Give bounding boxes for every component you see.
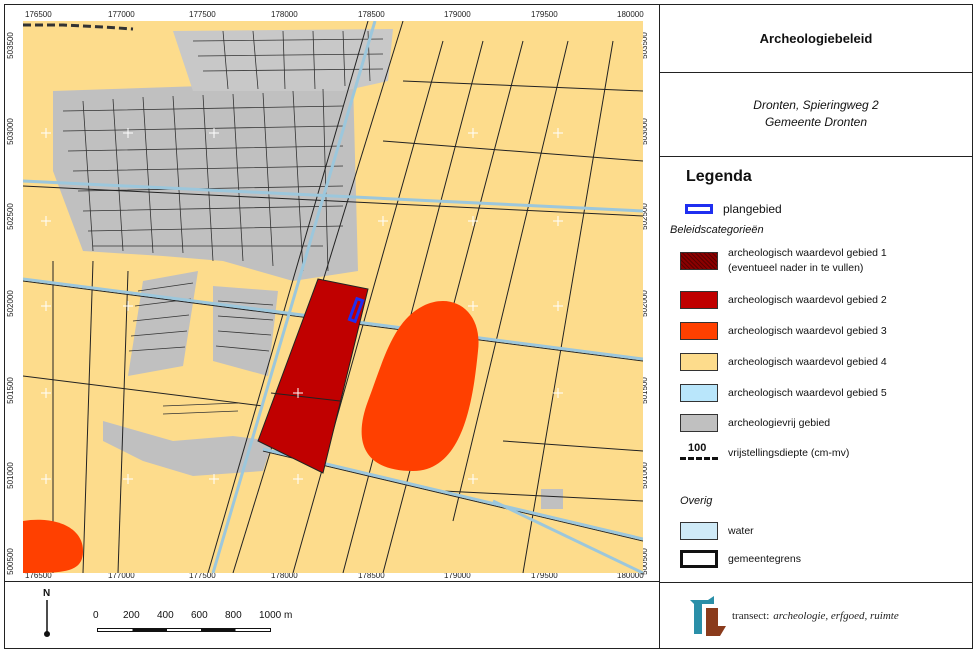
scale-bar: [97, 628, 271, 632]
legend-label-free: archeologievrij gebied: [728, 417, 831, 429]
north-arrow-icon: [44, 600, 50, 637]
legend-title: Legenda: [686, 168, 752, 185]
plangebied-swatch: [685, 204, 713, 214]
x-tick-top: 178500: [358, 10, 385, 19]
map-title: Archeologiebeleid: [660, 5, 972, 73]
cat4-swatch: [680, 353, 718, 371]
legend-item-free: archeologievrij gebied: [680, 414, 830, 432]
legend-item-water: water: [680, 522, 754, 540]
legend-item-cat4: archeologisch waardevol gebied 4: [680, 353, 887, 371]
scale-box: N 0 200 400 600 800 1000 m: [4, 581, 660, 649]
legend-item-depth: 100 vrijstellingsdiepte (cm-mv): [680, 442, 849, 464]
legend-label-water: water: [728, 525, 754, 537]
logo-block: transect: archeologie, erfgoed, ruimte: [660, 583, 972, 649]
legend-label-cat1: archeologisch waardevol gebied 1 (eventu…: [728, 246, 887, 276]
legend-subtitle: Beleidscategorieën: [670, 224, 764, 236]
y-tick-left: 502000: [5, 290, 15, 317]
legend-label-cat1-line1: archeologisch waardevol gebied 1: [728, 247, 887, 259]
scale-label-200: 200: [123, 610, 140, 621]
scale-label-400: 400: [157, 610, 174, 621]
cat1-swatch: [680, 252, 718, 270]
depth-value: 100: [688, 442, 707, 454]
y-tick-left: 501500: [5, 377, 15, 404]
legend-panel: Archeologiebeleid Dronten, Spieringweg 2…: [659, 4, 973, 649]
map-drawing: [23, 21, 643, 573]
legend-item-cat2: archeologisch waardevol gebied 2: [680, 291, 887, 309]
legend-item-plangebied: plangebied: [680, 202, 782, 216]
x-tick-top: 179500: [531, 10, 558, 19]
legend-label-cat1-line2: (eventueel nader in te vullen): [728, 262, 864, 274]
y-tick-left: 503000: [5, 118, 15, 145]
legend-label-cat5: archeologisch waardevol gebied 5: [728, 387, 887, 399]
legend-label-municipality: gemeentegrens: [728, 553, 801, 565]
y-tick-left: 501000: [5, 462, 15, 489]
scale-label-800: 800: [225, 610, 242, 621]
cat3-swatch: [680, 322, 718, 340]
cat2-swatch: [680, 291, 718, 309]
y-tick-left: 500500: [5, 548, 15, 575]
y-tick-left: 503500: [5, 32, 15, 59]
x-tick-top: 178000: [271, 10, 298, 19]
depth-line-icon: [680, 457, 718, 460]
x-tick-top: 176500: [25, 10, 52, 19]
water-swatch: [680, 522, 718, 540]
legend-label-depth: vrijstellingsdiepte (cm-mv): [728, 447, 850, 459]
legend: Legenda plangebied Beleidscategorieën ar…: [660, 156, 972, 583]
y-tick-left: 502500: [5, 203, 15, 230]
transect-logo-icon: [690, 596, 726, 636]
zone-free-small: [541, 489, 563, 509]
logo-tagline: archeologie, erfgoed, ruimte: [773, 610, 899, 622]
location-line-1: Dronten, Spieringweg 2: [753, 98, 879, 112]
scale-label-600: 600: [191, 610, 208, 621]
municipality-swatch: [680, 550, 718, 568]
legend-label-cat2: archeologisch waardevol gebied 2: [728, 294, 887, 306]
depth-swatch: 100: [680, 442, 718, 464]
x-tick-top: 177000: [108, 10, 135, 19]
legend-label-cat3: archeologisch waardevol gebied 3: [728, 325, 887, 337]
free-swatch: [680, 414, 718, 432]
location-line-2: Gemeente Dronten: [764, 115, 868, 129]
x-tick-top: 177500: [189, 10, 216, 19]
scale-label-1000m: 1000 m: [259, 610, 293, 621]
cat5-swatch: [680, 384, 718, 402]
scale-label-0: 0: [93, 610, 99, 621]
legend-item-cat3: archeologisch waardevol gebied 3: [680, 322, 887, 340]
legend-label-plangebied: plangebied: [723, 202, 782, 216]
map-frame: 176500 177000 177500 178000 178500 17900…: [4, 4, 660, 582]
legend-other-title: Overig: [680, 495, 713, 507]
zone-free-town: [53, 81, 358, 281]
logo-brand: transect:: [732, 610, 770, 622]
map-canvas[interactable]: [23, 21, 643, 573]
legend-item-cat5: archeologisch waardevol gebied 5: [680, 384, 887, 402]
x-tick-top: 180000: [617, 10, 644, 19]
legend-item-municipality: gemeentegrens: [680, 550, 801, 568]
location-block: Dronten, Spieringweg 2 Gemeente Dronten: [660, 72, 972, 157]
legend-item-cat1: archeologisch waardevol gebied 1 (eventu…: [680, 246, 887, 276]
x-tick-top: 179000: [444, 10, 471, 19]
legend-label-cat4: archeologisch waardevol gebied 4: [728, 356, 887, 368]
